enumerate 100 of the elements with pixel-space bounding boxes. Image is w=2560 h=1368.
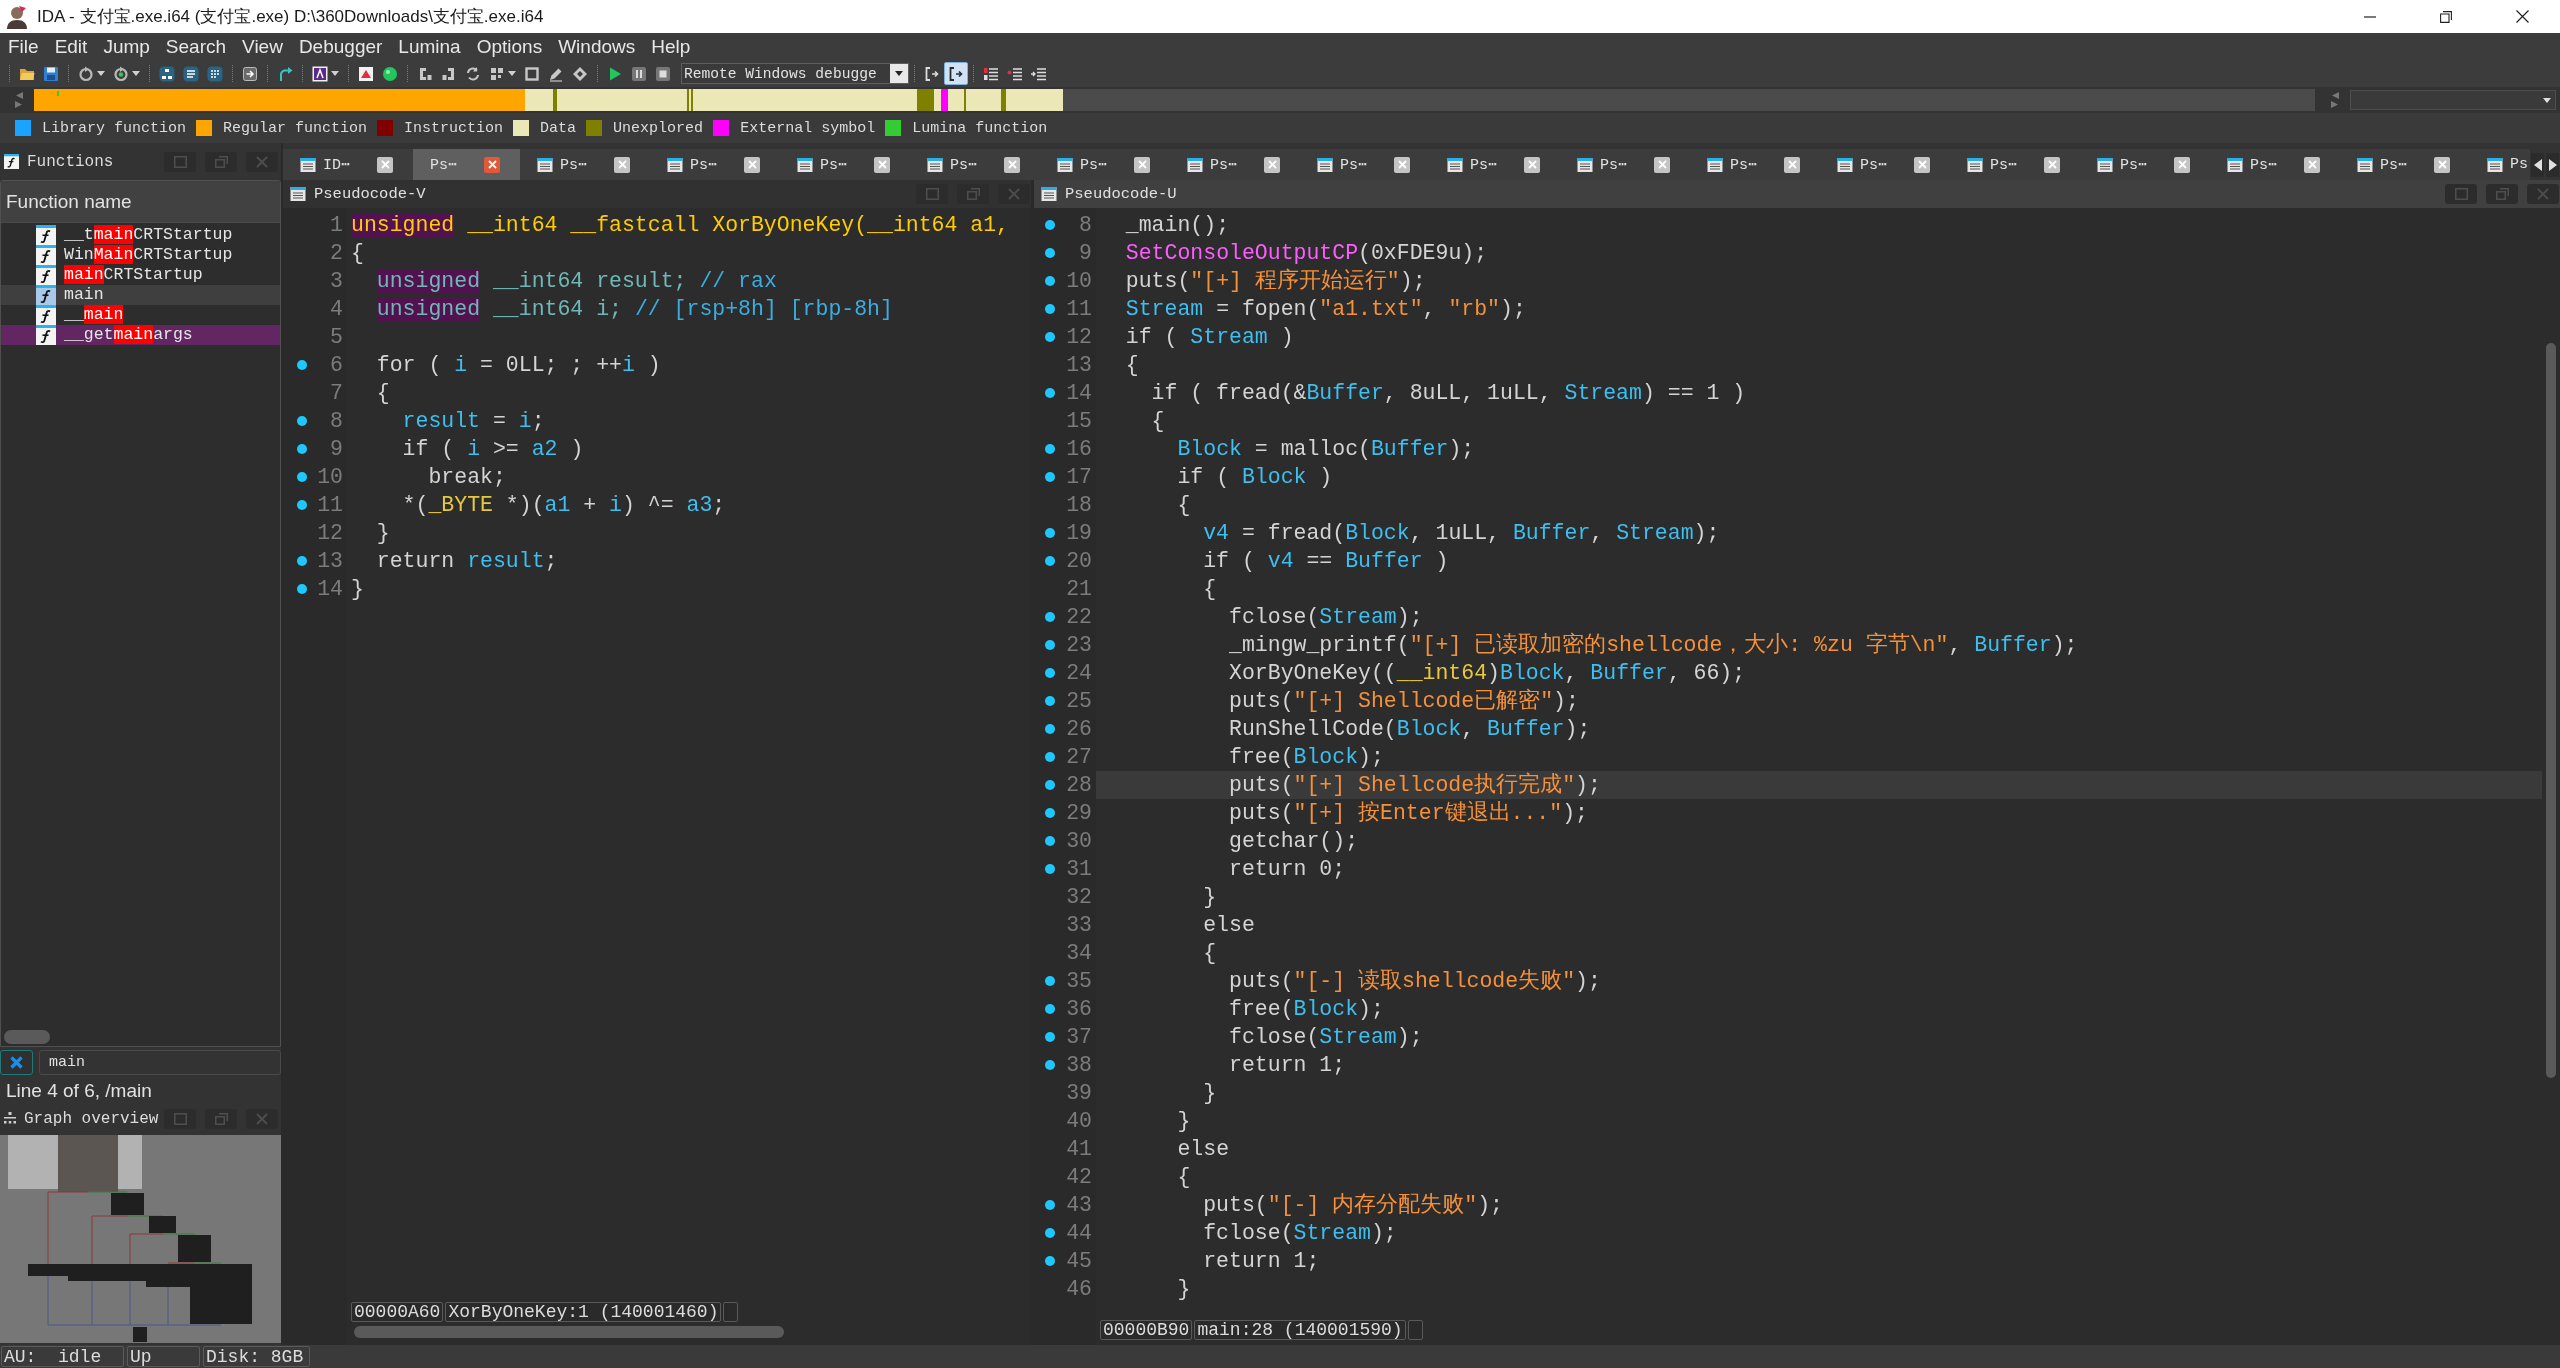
function-row[interactable]: __getmainargs	[1, 325, 280, 345]
tab-close-button[interactable]	[2304, 156, 2320, 173]
arrow-triangles-icon[interactable]	[14, 91, 24, 109]
marker-dot-icon[interactable]	[1045, 808, 1055, 818]
menu-item[interactable]: File	[0, 34, 47, 59]
menu-item[interactable]: Edit	[46, 34, 96, 59]
marker-dot-icon[interactable]	[297, 360, 307, 370]
marker-dot-icon[interactable]	[297, 584, 307, 594]
menu-item[interactable]: Lumina	[390, 34, 469, 59]
marker-dot-icon[interactable]	[1045, 444, 1055, 454]
menu-item[interactable]: View	[234, 34, 291, 59]
tab[interactable]: Ps⋯	[520, 149, 650, 180]
marker-dot-icon[interactable]	[297, 556, 307, 566]
tab-close-button[interactable]	[2174, 156, 2190, 173]
marker-dot-icon[interactable]	[1045, 220, 1055, 230]
toolbar-toggle-button[interactable]	[944, 62, 968, 85]
marker-dot-icon[interactable]	[1045, 388, 1055, 398]
clear-filter-button[interactable]	[0, 1050, 33, 1075]
column-header[interactable]: Function name	[1, 181, 280, 223]
horizontal-scrollbar[interactable]	[354, 1326, 784, 1338]
arrow-triangles-icon[interactable]	[2330, 91, 2340, 109]
tab-close-button[interactable]	[2434, 156, 2450, 173]
tab-close-button[interactable]	[1134, 156, 1150, 173]
tab[interactable]: Ps⋯	[1170, 149, 1300, 180]
function-name[interactable]: __tmainCRTStartup	[64, 225, 233, 245]
menu-item[interactable]: Help	[643, 34, 699, 59]
tab-close-button[interactable]	[1784, 156, 1800, 173]
marker-dot-icon[interactable]	[1045, 836, 1055, 846]
marker-dot-icon[interactable]	[1045, 780, 1055, 790]
marker-dot-icon[interactable]	[1045, 1228, 1055, 1238]
marker-dot-icon[interactable]	[1045, 1200, 1055, 1210]
marker-dot-icon[interactable]	[1045, 976, 1055, 986]
scroll-left-button[interactable]	[2531, 152, 2544, 177]
marker-dot-icon[interactable]	[1045, 1256, 1055, 1266]
tab[interactable]: Ps⋯	[2340, 149, 2470, 180]
tab-close-button[interactable]	[1654, 156, 1670, 173]
vertical-scrollbar[interactable]	[2546, 343, 2556, 1078]
tab-close-button[interactable]	[744, 156, 760, 173]
marker-dot-icon[interactable]	[1045, 612, 1055, 622]
tab[interactable]: Ps⋯	[1950, 149, 2080, 180]
tab-close-button[interactable]	[377, 156, 393, 173]
marker-dot-icon[interactable]	[1045, 332, 1055, 342]
navigation-band-drawing[interactable]	[34, 89, 2315, 111]
tab-close-button[interactable]	[1394, 156, 1410, 173]
marker-dot-icon[interactable]	[1045, 1032, 1055, 1042]
marker-dot-icon[interactable]	[297, 500, 307, 510]
tab-close-button[interactable]	[1004, 156, 1020, 173]
tab[interactable]: ID⋯	[283, 149, 413, 180]
marker-dot-icon[interactable]	[1045, 276, 1055, 286]
tab[interactable]: Ps	[2470, 149, 2530, 180]
tab-close-button[interactable]	[1524, 156, 1540, 173]
marker-dot-icon[interactable]	[1045, 864, 1055, 874]
menu-item[interactable]: Windows	[550, 34, 644, 59]
marker-dot-icon[interactable]	[1045, 668, 1055, 678]
menu-item[interactable]: Search	[157, 34, 235, 59]
tab[interactable]: Ps⋯	[1820, 149, 1950, 180]
tab-close-button[interactable]	[874, 156, 890, 173]
function-name[interactable]: main	[64, 285, 104, 305]
marker-dot-icon[interactable]	[297, 472, 307, 482]
tab[interactable]: Ps⋯	[1690, 149, 1820, 180]
marker-dot-icon[interactable]	[1045, 752, 1055, 762]
tab[interactable]: Ps⋯	[650, 149, 780, 180]
tab[interactable]: Ps⋯	[2080, 149, 2210, 180]
menu-item[interactable]: Debugger	[290, 34, 391, 59]
marker-dot-icon[interactable]	[1045, 528, 1055, 538]
horizontal-scrollbar[interactable]	[4, 1030, 50, 1044]
graph-overview-drawing[interactable]	[0, 1135, 281, 1343]
marker-dot-icon[interactable]	[297, 416, 307, 426]
tab[interactable]: Ps⋯	[910, 149, 1040, 180]
tab-close-button[interactable]	[484, 156, 500, 173]
tab[interactable]: Ps⋯	[2210, 149, 2340, 180]
marker-dot-icon[interactable]	[1045, 724, 1055, 734]
scroll-right-button[interactable]	[2546, 152, 2559, 177]
tab[interactable]: Ps⋯	[1430, 149, 1560, 180]
marker-dot-icon[interactable]	[1045, 1004, 1055, 1014]
tab-close-button[interactable]	[1914, 156, 1930, 173]
tab[interactable]: Ps⋯	[1040, 149, 1170, 180]
marker-dot-icon[interactable]	[1045, 1060, 1055, 1070]
marker-dot-icon[interactable]	[1045, 640, 1055, 650]
tab-close-button[interactable]	[2044, 156, 2060, 173]
tab[interactable]: Ps⋯	[1560, 149, 1690, 180]
function-name[interactable]: __getmainargs	[64, 325, 193, 345]
function-row[interactable]: main	[1, 285, 280, 305]
filter-field[interactable]: main	[39, 1050, 281, 1075]
debugger-select[interactable]: Remote Windows debugge	[681, 63, 909, 84]
tab-close-button[interactable]	[614, 156, 630, 173]
menu-item[interactable]: Options	[468, 34, 551, 59]
marker-dot-icon[interactable]	[1045, 696, 1055, 706]
marker-dot-icon[interactable]	[297, 444, 307, 454]
marker-dot-icon[interactable]	[1045, 472, 1055, 482]
marker-dot-icon[interactable]	[1045, 556, 1055, 566]
function-name[interactable]: mainCRTStartup	[64, 265, 203, 285]
tab[interactable]: Ps⋯	[780, 149, 910, 180]
marker-dot-icon[interactable]	[1045, 248, 1055, 258]
tab-close-button[interactable]	[1264, 156, 1280, 173]
tab[interactable]: Ps⋯	[1300, 149, 1430, 180]
menu-item[interactable]: Jump	[95, 34, 158, 59]
tab[interactable]: Ps⋯	[413, 149, 520, 180]
marker-dot-icon[interactable]	[1045, 304, 1055, 314]
function-name[interactable]: WinMainCRTStartup	[64, 245, 233, 265]
